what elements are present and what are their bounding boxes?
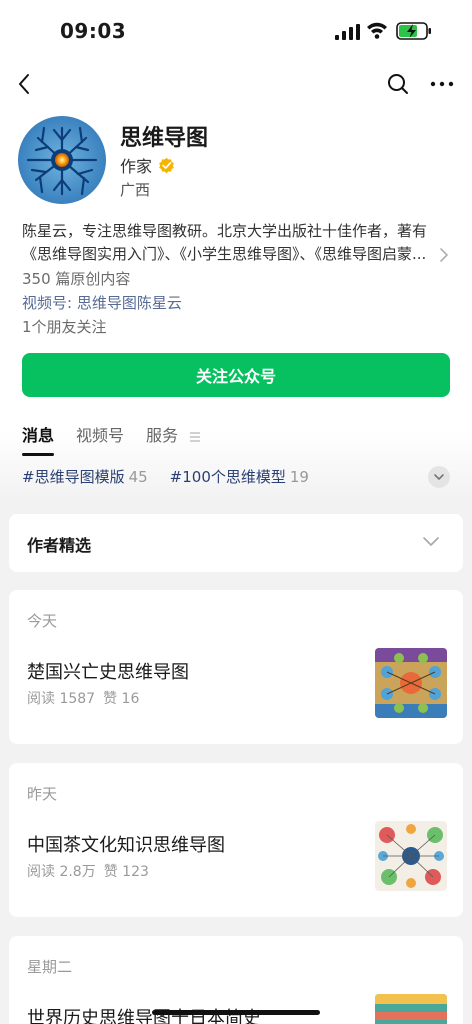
tag-name: #100个思维模型 — [169, 468, 286, 486]
article-stats: 阅读 2.8万赞 123 — [27, 861, 149, 881]
tab-services[interactable]: 服务 — [146, 422, 201, 448]
follow-button[interactable]: 关注公众号 — [22, 353, 450, 397]
account-type-row: 作家 — [120, 154, 175, 176]
avatar[interactable] — [18, 116, 106, 204]
article-thumbnail — [375, 648, 447, 718]
chevron-down-icon — [423, 537, 439, 546]
tag-100-thinking-models[interactable]: #100个思维模型 19 — [170, 466, 309, 488]
tag-count: 19 — [289, 468, 309, 486]
account-type: 作家 — [120, 157, 153, 176]
status-bar: 09:03 — [0, 0, 472, 62]
wifi-icon — [367, 22, 387, 39]
tab-bar: 消息 视频号 服务 — [22, 422, 201, 456]
article-date: 星期二 — [27, 958, 73, 976]
tab-messages[interactable]: 消息 — [22, 422, 55, 456]
search-icon[interactable] — [384, 70, 412, 98]
tag-mindmap-templates[interactable]: #思维导图模版 45 — [22, 466, 148, 488]
tag-name: #思维导图模版 — [22, 468, 125, 486]
chevron-down-icon — [434, 474, 444, 480]
status-time: 09:03 — [60, 19, 127, 43]
article-thumbnail — [375, 821, 447, 891]
article-thumbnail — [375, 994, 447, 1024]
tab-services-label: 服务 — [146, 426, 179, 445]
navigation-bar — [0, 62, 472, 106]
original-content-count: 350 篇原创内容 — [22, 270, 131, 288]
verified-badge-icon — [159, 157, 174, 173]
friends-following: 1个朋友关注 — [22, 318, 107, 336]
author-picks-card[interactable]: 作者精选 — [9, 514, 463, 572]
back-icon[interactable] — [12, 70, 40, 98]
topic-tags: #思维导图模版 45 #100个思维模型 19 — [22, 466, 309, 488]
article-likes: 赞 123 — [103, 864, 149, 880]
author-picks-title: 作者精选 — [27, 536, 92, 555]
account-region: 广西 — [120, 181, 151, 199]
article-likes: 赞 16 — [103, 691, 140, 707]
article-date: 昨天 — [27, 785, 58, 803]
article-reads: 阅读 1587 — [27, 691, 96, 707]
article-title: 中国茶文化知识思维导图 — [27, 835, 225, 856]
article-stats: 阅读 1587 赞 16 — [27, 688, 139, 708]
tag-count: 45 — [128, 468, 148, 486]
avatar-neuron-image — [18, 116, 106, 204]
home-indicator — [152, 1010, 320, 1015]
article-card[interactable]: 今天 楚国兴亡史思维导图 阅读 1587 赞 16 — [9, 590, 463, 744]
menu-icon — [190, 431, 201, 442]
article-card[interactable]: 昨天 中国茶文化知识思维导图 阅读 2.8万赞 123 — [9, 763, 463, 917]
expand-tags-button[interactable] — [428, 466, 450, 488]
article-reads: 阅读 2.8万 — [27, 864, 96, 880]
battery-charging-icon — [396, 22, 431, 40]
video-channel-link[interactable]: 视频号: 思维导图陈星云 — [22, 292, 182, 313]
signal-icon — [335, 24, 360, 40]
article-date: 今天 — [27, 612, 58, 630]
tab-video-channel[interactable]: 视频号 — [76, 422, 124, 448]
article-title: 楚国兴亡史思维导图 — [27, 662, 189, 683]
chevron-right-icon[interactable] — [438, 246, 450, 264]
account-name: 思维导图 — [120, 126, 209, 151]
profile-bio[interactable]: 陈星云，专注思维导图教研。北京大学出版社十佳作者，著有《思维导图实用入门》、《小… — [22, 220, 448, 266]
more-icon[interactable] — [428, 70, 456, 98]
